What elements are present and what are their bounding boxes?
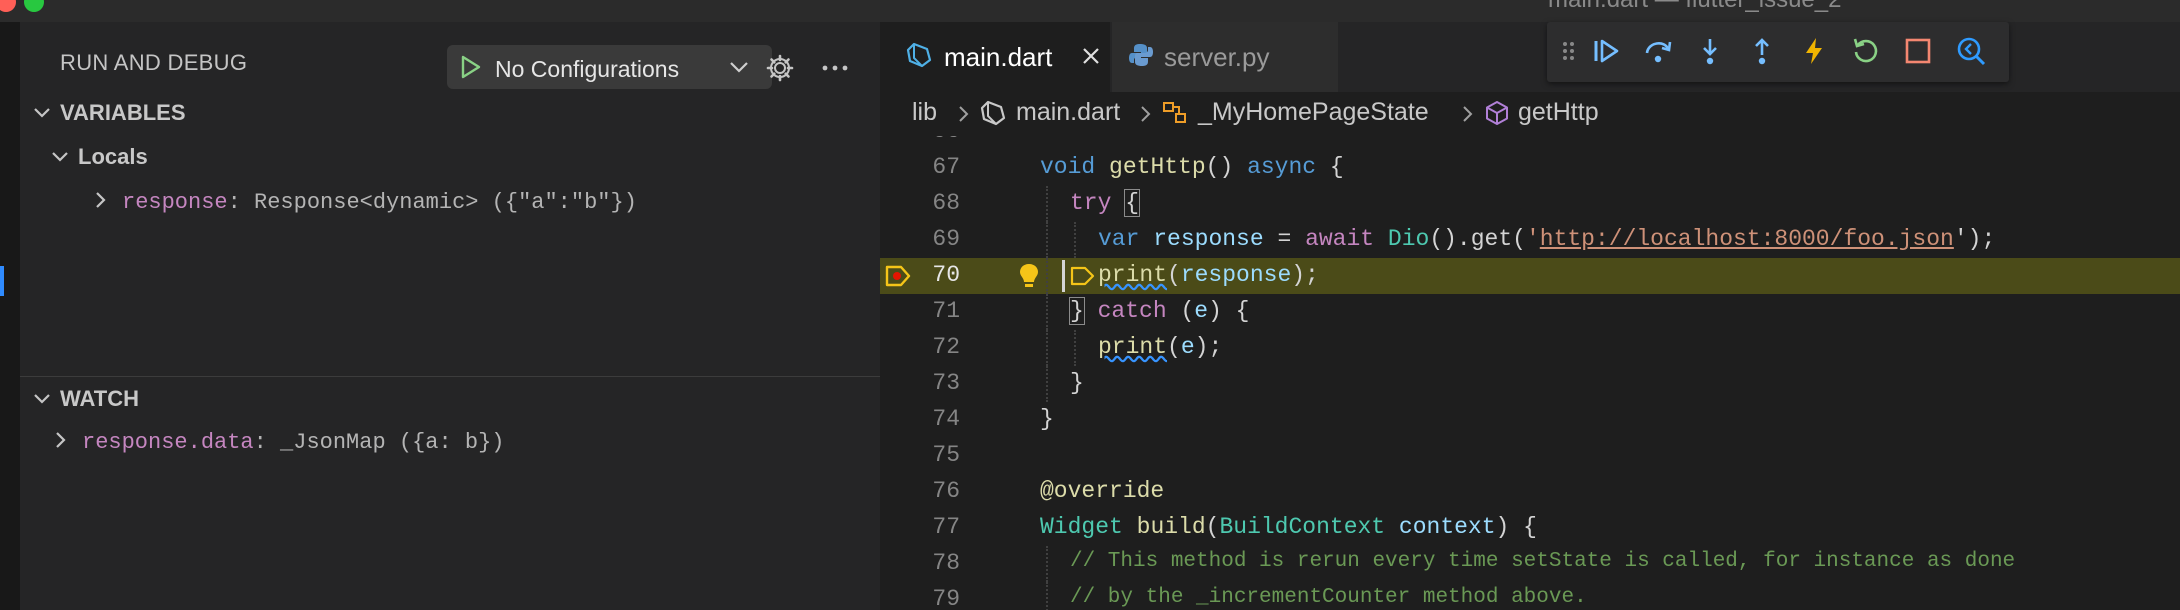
hot-reload-icon[interactable] — [1799, 36, 1829, 66]
editor-area: main.dart server.py lib main.dart _MyHom… — [880, 22, 2180, 610]
variable-name: response — [122, 190, 228, 215]
drag-handle-icon[interactable] — [1561, 36, 1577, 66]
code-line: 66 — [880, 136, 2180, 150]
chevron-right-icon — [959, 106, 969, 122]
line-number: 78 — [932, 550, 960, 576]
class-icon — [1163, 102, 1186, 123]
watch-name: response.data — [82, 430, 254, 455]
debug-sidebar: RUN AND DEBUG No Configurations VARIABLE… — [20, 22, 880, 610]
gear-icon[interactable] — [765, 53, 795, 83]
variable-value: Response<dynamic> ({"a":"b"}) — [254, 190, 637, 215]
python-icon — [1129, 44, 1153, 66]
start-debugging-icon[interactable] — [457, 54, 483, 80]
code-line: 72 print(e); — [880, 330, 2180, 366]
code-line: 68 try { — [880, 186, 2180, 222]
line-number: 67 — [932, 154, 960, 180]
activity-bar — [0, 22, 20, 610]
line-number: 68 — [932, 190, 960, 216]
tab-server-py[interactable]: server.py — [1112, 22, 1338, 92]
code-line: 77 Widget build(BuildContext context) { — [880, 510, 2180, 546]
code-line: 69 var response = await Dio().get('http:… — [880, 222, 2180, 258]
dart-icon — [980, 100, 1006, 126]
tab-label: server.py — [1164, 42, 1270, 72]
code-line: 75 — [880, 438, 2180, 474]
breadcrumb-method[interactable]: getHttp — [1518, 98, 1599, 127]
chevron-right-icon — [96, 192, 106, 208]
current-execution-line: 70 print(response); — [880, 258, 2180, 294]
line-number: 73 — [932, 370, 960, 396]
line-number: 72 — [932, 334, 960, 360]
debug-toolbar — [1547, 22, 2009, 82]
variables-header-label: VARIABLES — [60, 100, 186, 125]
watch-value: _JsonMap ({a: b}) — [280, 430, 505, 455]
breadcrumb: lib main.dart _MyHomePageState getHttp — [880, 92, 2180, 136]
url-link[interactable]: http://localhost:8000/foo.json — [1540, 226, 1954, 252]
breadcrumb-class[interactable]: _MyHomePageState — [1198, 98, 1429, 127]
line-number: 71 — [932, 298, 960, 324]
inline-stop-indicator-icon — [1070, 266, 1095, 286]
title-bar: main.dart — flutter_issue_2 — [0, 0, 2180, 22]
step-out-icon[interactable] — [1747, 36, 1777, 66]
line-number: 66 — [880, 136, 960, 144]
watch-expression[interactable]: response.data: _JsonMap ({a: b}) — [48, 428, 504, 455]
chevron-down-icon — [52, 152, 68, 162]
more-actions-icon[interactable] — [820, 55, 850, 81]
tab-main-dart[interactable]: main.dart — [880, 22, 1110, 92]
continue-icon[interactable] — [1591, 36, 1621, 66]
zoom-window-button[interactable] — [24, 0, 44, 12]
line-number: 69 — [932, 226, 960, 252]
watch-header-label: WATCH — [60, 386, 140, 411]
line-number: 70 — [932, 262, 960, 288]
code-line: 74 } — [880, 402, 2180, 438]
sidebar-header: RUN AND DEBUG No Configurations — [20, 32, 880, 92]
chevron-down-icon — [34, 108, 50, 118]
text-cursor — [1062, 260, 1065, 292]
breadcrumb-lib[interactable]: lib — [912, 98, 937, 127]
code-line: 79 // by the _incrementCounter method ab… — [880, 582, 2180, 610]
step-over-icon[interactable] — [1643, 36, 1673, 66]
close-window-button[interactable] — [0, 0, 16, 12]
code-line: 76 @override — [880, 474, 2180, 510]
line-number: 74 — [932, 406, 960, 432]
breadcrumb-file[interactable]: main.dart — [1016, 98, 1120, 127]
active-indicator — [0, 266, 4, 296]
chevron-down-icon — [34, 394, 50, 404]
tab-label: main.dart — [944, 42, 1053, 72]
line-number: 75 — [932, 442, 960, 468]
section-divider — [20, 376, 880, 377]
chevron-right-icon — [1463, 106, 1473, 122]
line-number: 77 — [932, 514, 960, 540]
dart-icon — [906, 42, 932, 68]
code-line: 71 } catch (e) { — [880, 294, 2180, 330]
chevron-right-icon — [1141, 106, 1151, 122]
restart-icon[interactable] — [1851, 36, 1881, 66]
code-line: 67 void getHttp() async { — [880, 150, 2180, 186]
configuration-dropdown[interactable]: No Configurations — [447, 45, 772, 89]
step-into-icon[interactable] — [1695, 36, 1725, 66]
locals-scope[interactable]: Locals — [48, 140, 868, 174]
code-editor[interactable]: 66 67 void getHttp() async { 68 try { 69… — [880, 136, 2180, 610]
code-line: 73 } — [880, 366, 2180, 402]
inspect-widget-icon[interactable] — [1955, 36, 1989, 66]
lightbulb-icon[interactable] — [1017, 262, 1041, 290]
locals-label: Locals — [78, 144, 148, 169]
stop-icon[interactable] — [1903, 36, 1933, 66]
code-line: 78 // This method is rerun every time se… — [880, 546, 2180, 582]
variables-section-header[interactable]: VARIABLES — [30, 96, 870, 130]
variable-response[interactable]: response: Response<dynamic> ({"a":"b"}) — [88, 188, 637, 215]
chevron-right-icon — [56, 432, 66, 448]
method-icon — [1486, 101, 1508, 125]
sidebar-title: RUN AND DEBUG — [60, 50, 248, 75]
chevron-down-icon[interactable] — [727, 55, 751, 79]
line-number: 76 — [932, 478, 960, 504]
close-icon[interactable] — [1080, 45, 1102, 67]
window-title: main.dart — flutter_issue_2 — [1548, 0, 1841, 14]
configuration-label: No Configurations — [495, 56, 680, 82]
line-number: 79 — [932, 586, 960, 610]
watch-section-header[interactable]: WATCH — [30, 382, 870, 416]
